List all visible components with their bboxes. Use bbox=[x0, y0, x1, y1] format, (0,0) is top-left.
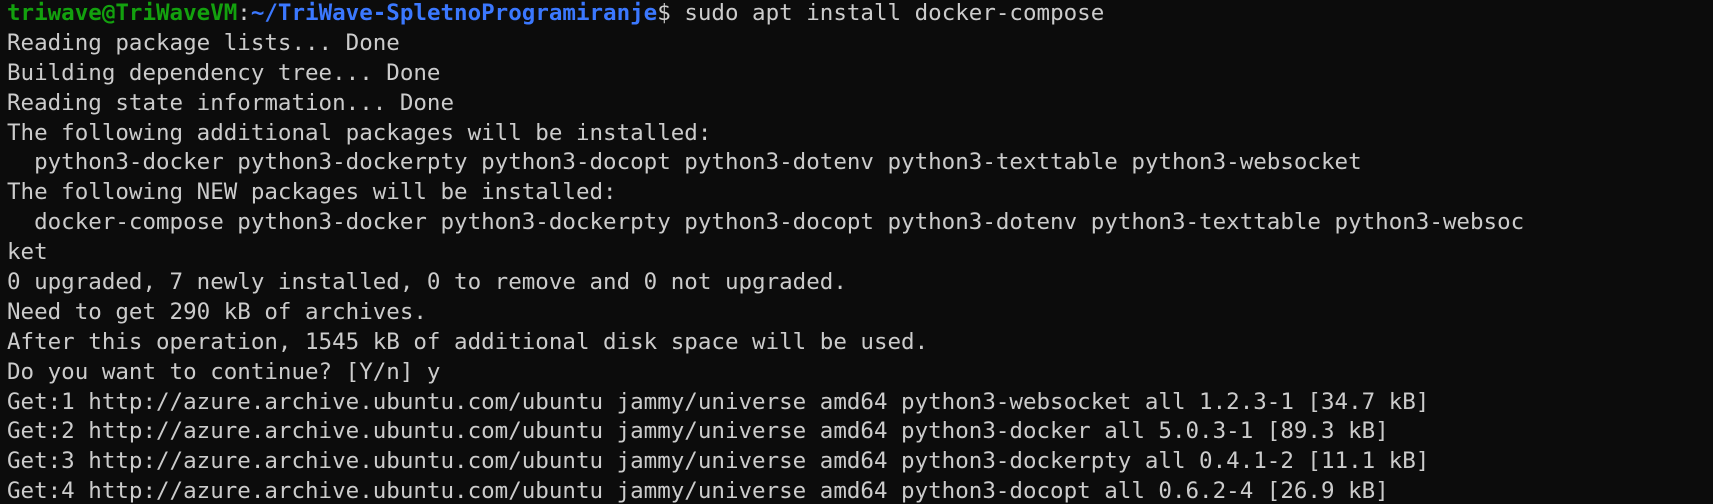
command-prompt-line: triwave@TriWaveVM:~/TriWave-SpletnoProgr… bbox=[7, 0, 1713, 29]
prompt-separator: : bbox=[237, 0, 251, 26]
prompt-command: sudo apt install docker-compose bbox=[670, 0, 1105, 26]
output-line: Get:2 http://azure.archive.ubuntu.com/ub… bbox=[7, 418, 1389, 445]
output-line: Reading package lists... Done bbox=[7, 29, 400, 56]
output-line: Need to get 290 kB of archives. bbox=[7, 298, 427, 325]
output-line: Building dependency tree... Done bbox=[7, 59, 441, 86]
output-line: The following NEW packages will be insta… bbox=[7, 179, 617, 206]
output-line: Do you want to continue? [Y/n] y bbox=[7, 358, 441, 385]
terminal-window[interactable]: triwave@TriWaveVM:~/TriWave-SpletnoProgr… bbox=[0, 0, 1713, 504]
output-line: Get:3 http://azure.archive.ubuntu.com/ub… bbox=[7, 448, 1430, 475]
prompt-user-host: triwave@TriWaveVM bbox=[7, 0, 238, 26]
output-line: docker-compose python3-docker python3-do… bbox=[7, 209, 1525, 236]
output-line: ket bbox=[7, 239, 48, 266]
output-line: Get:4 http://azure.archive.ubuntu.com/ub… bbox=[7, 478, 1389, 504]
output-line: Get:1 http://azure.archive.ubuntu.com/ub… bbox=[7, 388, 1430, 415]
output-line: After this operation, 1545 kB of additio… bbox=[7, 328, 929, 355]
prompt-path: ~/TriWave-SpletnoProgramiranje bbox=[250, 0, 658, 26]
output-line: The following additional packages will b… bbox=[7, 119, 712, 146]
output-line: Reading state information... Done bbox=[7, 89, 455, 116]
output-line: python3-docker python3-dockerpty python3… bbox=[7, 149, 1362, 176]
prompt-symbol: $ bbox=[657, 0, 671, 26]
output-line: 0 upgraded, 7 newly installed, 0 to remo… bbox=[7, 269, 847, 296]
